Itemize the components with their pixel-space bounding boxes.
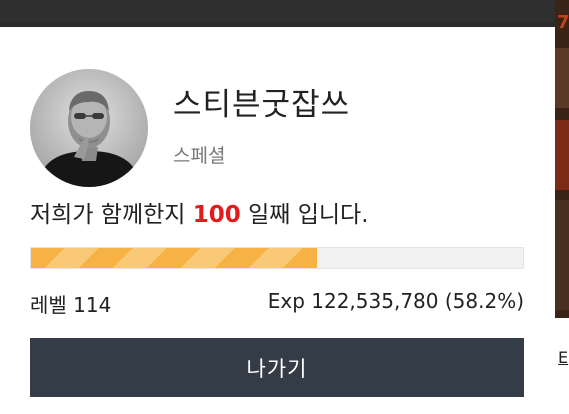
profile-grade: 스페셜 (173, 145, 226, 167)
avatar-portrait-icon (30, 69, 148, 187)
level-label: 레벨 114 (30, 293, 112, 317)
exit-button[interactable]: 나가기 (30, 338, 524, 397)
exp-label: Exp 122,535,780 (58.2%) (267, 289, 524, 313)
days-prefix: 저희가 함께한지 (30, 202, 193, 228)
profile-nickname: 스티븐굿잡쓰 (173, 87, 351, 123)
days-count: 100 (192, 202, 241, 228)
profile-panel: 스티븐굿잡쓰 스페셜 저희가 함께한지 100 일째 입니다. 레벨 114 E… (0, 27, 555, 414)
avatar (30, 69, 148, 187)
days-suffix: 일째 입니다. (240, 202, 369, 228)
background-page-edge-light: E (555, 318, 569, 414)
background-link[interactable]: E (558, 348, 568, 367)
top-bar (0, 0, 569, 22)
background-glyph: 7 (557, 12, 569, 33)
exp-progress-bar (30, 247, 524, 269)
days-together-text: 저희가 함께한지 100 일째 입니다. (30, 195, 369, 229)
exp-progress-fill (31, 248, 318, 268)
